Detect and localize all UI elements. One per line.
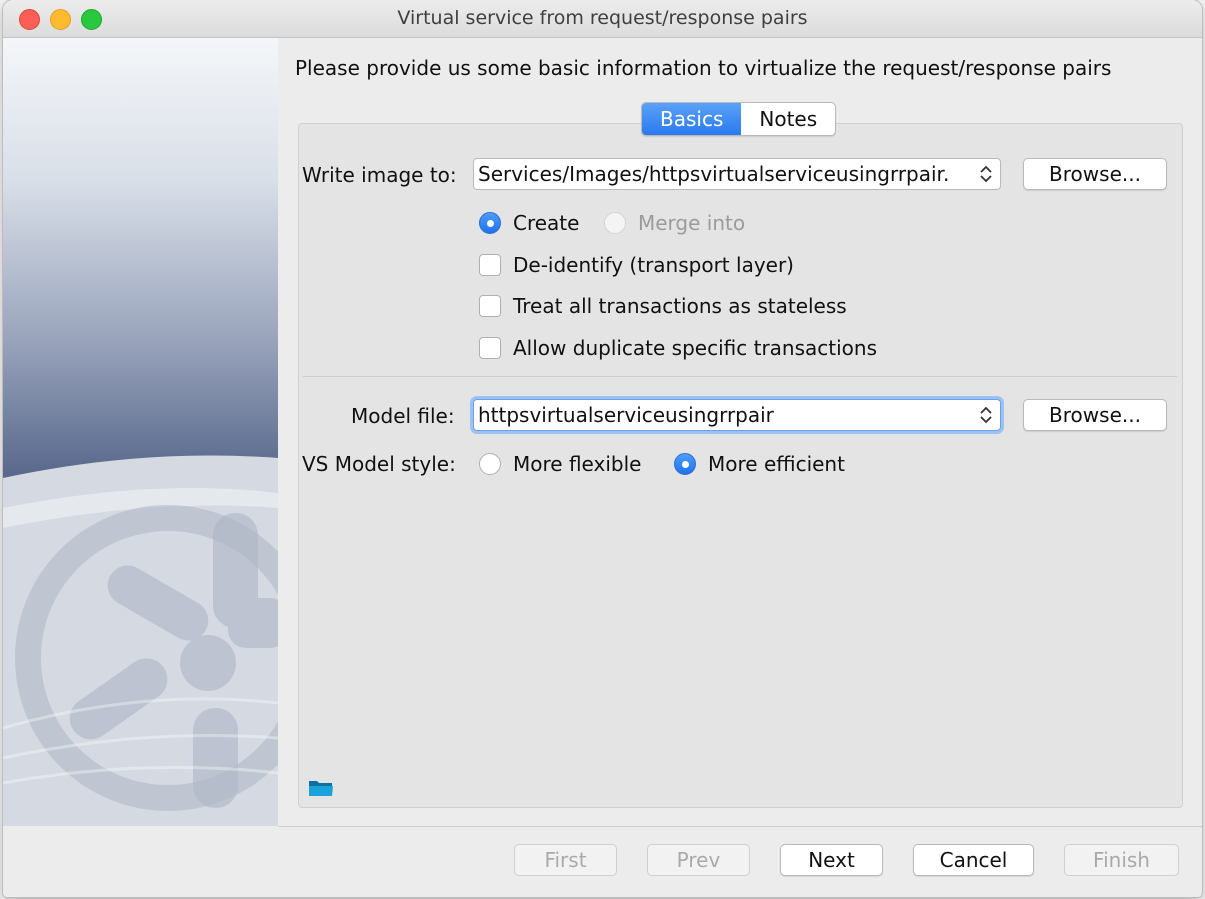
allow-duplicate-checkbox-label: Allow duplicate specific transactions [513, 336, 878, 360]
more-efficient-radio-indicator [674, 453, 696, 475]
tab-notes[interactable]: Notes [741, 103, 835, 135]
model-file-label: Model file: [351, 404, 455, 428]
more-flexible-radio-label: More flexible [513, 452, 642, 476]
allow-duplicate-checkbox[interactable]: Allow duplicate specific transactions [479, 336, 877, 360]
allow-duplicate-checkbox-box [479, 337, 501, 359]
create-radio-label: Create [513, 211, 580, 235]
stateless-checkbox-label: Treat all transactions as stateless [513, 294, 847, 318]
next-button[interactable]: Next [780, 844, 883, 876]
model-file-value: httpsvirtualserviceusingrrpair [478, 403, 774, 427]
write-image-browse-button[interactable]: Browse... [1023, 158, 1167, 190]
side-graphic-art [3, 455, 278, 826]
more-efficient-radio-label: More efficient [708, 452, 845, 476]
title-bar: Virtual service from request/response pa… [3, 0, 1202, 38]
window-title: Virtual service from request/response pa… [397, 7, 808, 29]
deidentify-checkbox[interactable]: De-identify (transport layer) [479, 253, 794, 277]
section-divider [303, 376, 1177, 377]
wizard-side-graphic [3, 38, 278, 826]
more-efficient-radio[interactable]: More efficient [674, 452, 845, 476]
write-image-combobox[interactable]: Services/Images/httpsvirtualserviceusing… [473, 158, 1001, 190]
more-flexible-radio-indicator [479, 453, 501, 475]
more-flexible-radio[interactable]: More flexible [479, 452, 641, 476]
write-image-label: Write image to: [302, 163, 457, 187]
stateless-checkbox-box [479, 295, 501, 317]
finish-button[interactable]: Finish [1064, 844, 1179, 876]
tab-bar: Basics Notes [641, 102, 837, 136]
merge-into-radio-label: Merge into [638, 211, 746, 235]
deidentify-checkbox-label: De-identify (transport layer) [513, 253, 794, 277]
merge-into-radio[interactable]: Merge into [604, 211, 745, 235]
instructions-text: Please provide us some basic information… [295, 56, 1112, 80]
merge-into-radio-indicator [604, 212, 626, 234]
stepper-icon [975, 162, 997, 186]
prev-button[interactable]: Prev [647, 844, 750, 876]
first-button[interactable]: First [514, 844, 617, 876]
create-radio-indicator [479, 212, 501, 234]
model-file-combobox[interactable]: httpsvirtualserviceusingrrpair [473, 399, 1001, 431]
tab-basics[interactable]: Basics [642, 103, 742, 135]
dialog-window: Virtual service from request/response pa… [3, 0, 1202, 897]
write-image-value: Services/Images/httpsvirtualserviceusing… [478, 162, 950, 186]
folder-icon[interactable] [308, 778, 334, 798]
model-file-browse-button[interactable]: Browse... [1023, 399, 1167, 431]
create-radio[interactable]: Create [479, 211, 579, 235]
stateless-checkbox[interactable]: Treat all transactions as stateless [479, 294, 847, 318]
footer-divider [278, 826, 1202, 827]
stepper-icon [975, 403, 997, 427]
deidentify-checkbox-box [479, 254, 501, 276]
vs-model-style-label: VS Model style: [302, 452, 456, 476]
cancel-button[interactable]: Cancel [913, 844, 1034, 876]
